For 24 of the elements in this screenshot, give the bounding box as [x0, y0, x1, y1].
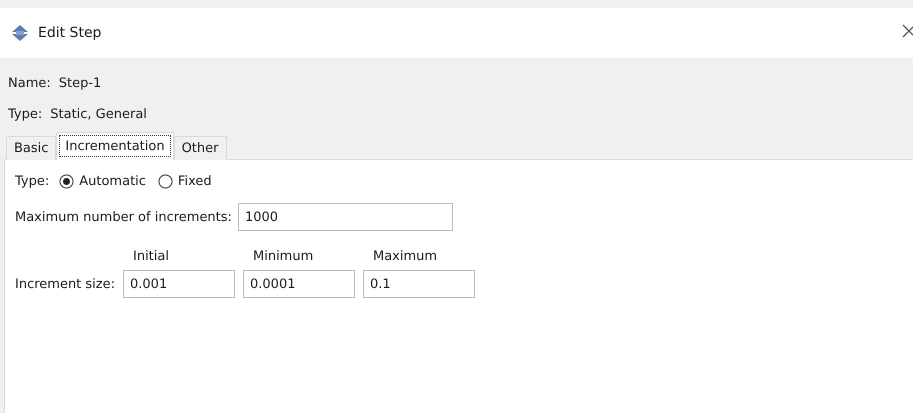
name-value: Step-1	[58, 76, 102, 91]
increment-size-label: Increment size:	[15, 276, 115, 292]
close-icon[interactable]	[901, 22, 913, 40]
max-increments-label: Maximum number of increments:	[15, 210, 232, 224]
name-label: Name:	[8, 76, 51, 91]
increment-size-field[interactable]: 0.0001	[243, 270, 355, 298]
type-value: Static, General	[50, 107, 147, 122]
type-label: Type:	[15, 174, 50, 189]
type-label: Type:	[8, 107, 42, 122]
increment-size-field[interactable]: 0.1	[363, 270, 475, 298]
radio-button[interactable]	[59, 174, 74, 189]
column-header: Initial	[132, 249, 170, 264]
radio-button[interactable]	[158, 174, 173, 189]
app-icon	[10, 24, 30, 42]
tab[interactable]: Basic	[6, 136, 56, 160]
increment-size-field[interactable]: 0.001	[123, 270, 235, 298]
radio-label[interactable]: Automatic	[79, 174, 146, 189]
tab[interactable]: Other	[174, 136, 226, 160]
column-header: Minimum	[252, 249, 314, 264]
max-increments-field[interactable]: 1000	[238, 203, 453, 231]
window-title: Edit Step	[38, 25, 102, 41]
tab[interactable]: Incrementation	[56, 132, 174, 160]
radio-label[interactable]: Fixed	[178, 174, 212, 189]
column-header: Maximum	[372, 249, 438, 264]
